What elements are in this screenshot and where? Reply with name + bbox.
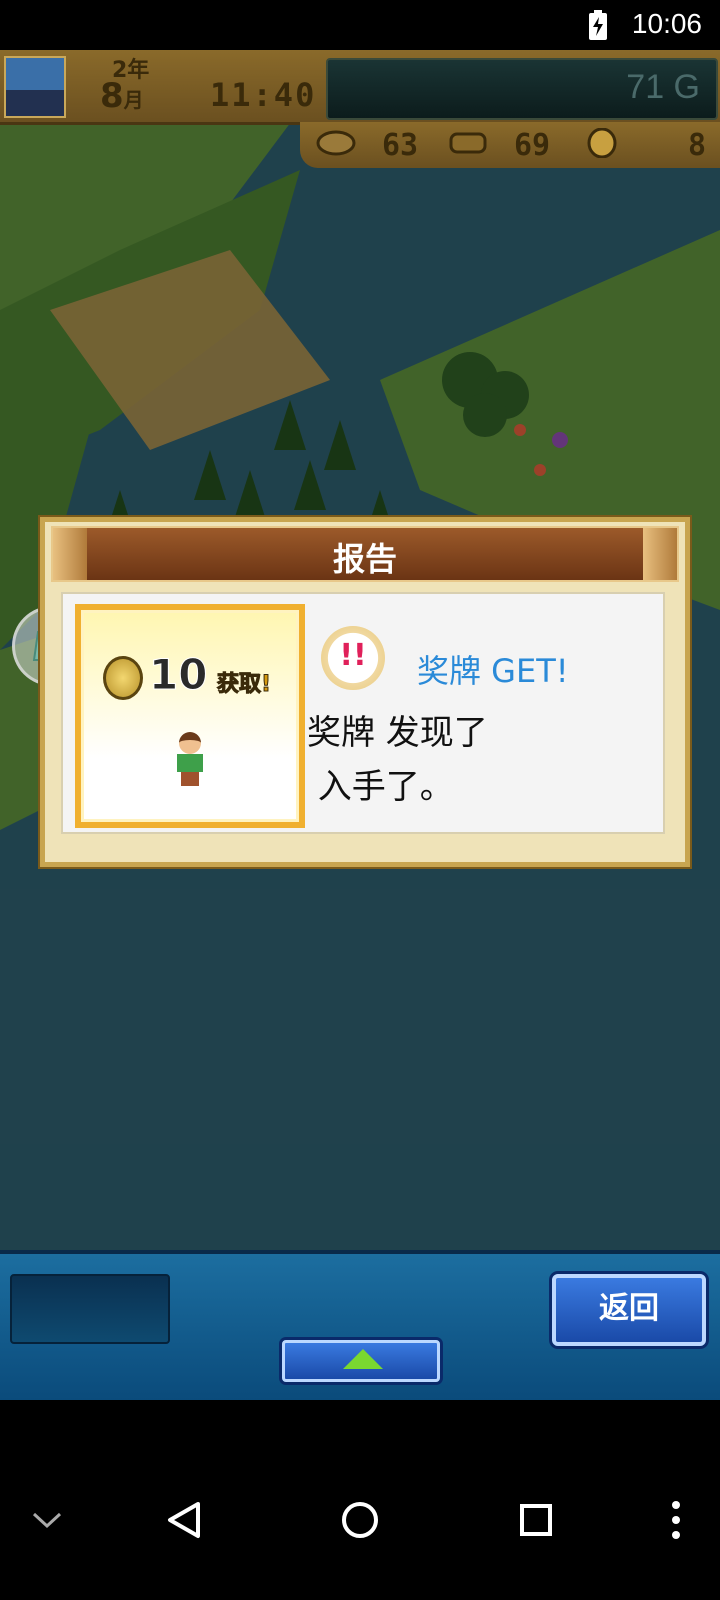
month-label: 8月 — [100, 76, 144, 116]
home-circle-icon[interactable] — [340, 1500, 380, 1540]
navigation-bar — [0, 1400, 720, 1600]
resource-food: 63 — [316, 128, 436, 163]
back-button[interactable]: 返回 — [552, 1274, 706, 1346]
character-sprite — [173, 732, 207, 786]
medal-coin-icon — [587, 128, 617, 158]
food-icon — [316, 130, 356, 156]
status-time: 10:06 — [631, 8, 702, 39]
award-title: 奖牌 GET! — [417, 652, 569, 690]
info-panel — [10, 1274, 170, 1344]
weather-thumbnail[interactable] — [4, 56, 66, 118]
more-vert-icon[interactable] — [670, 1500, 682, 1540]
expand-menu-button[interactable] — [282, 1340, 440, 1382]
dialog-header: 报告 — [51, 526, 679, 582]
arrow-up-icon — [343, 1349, 383, 1369]
bottom-panel: 返回 — [0, 1250, 720, 1400]
message-line: 奖牌 发现了 — [307, 713, 488, 753]
resource-bar: 63 69 8 — [300, 122, 720, 168]
resource-medal: 8 — [584, 128, 714, 163]
back-triangle-icon[interactable] — [164, 1500, 204, 1540]
medal-badge-icon: !! — [321, 626, 385, 690]
medal-coin-icon — [103, 656, 143, 700]
money-value: 71 G — [626, 68, 700, 106]
reward-card: 10 获取! — [75, 604, 305, 828]
money-display: 71 G — [326, 58, 718, 120]
dialog-message: 奖牌 发现了 入手了。 — [307, 706, 647, 814]
resource-wood: 69 — [448, 128, 568, 163]
battery-charging-icon — [589, 10, 607, 40]
wood-icon — [449, 132, 487, 154]
game-screen[interactable]: 2年 8月 11:40 71 G 63 69 8 报告 10 获取! !! 奖牌… — [0, 50, 720, 1400]
top-hud: 2年 8月 11:40 71 G — [0, 50, 720, 125]
reward-label: 获取! — [216, 672, 272, 698]
recents-square-icon[interactable] — [518, 1502, 554, 1538]
message-line: 入手了。 — [307, 767, 454, 807]
dialog-title: 报告 — [332, 540, 397, 578]
dialog-body: 10 获取! !! 奖牌 GET! 奖牌 发现了 入手了。 — [61, 592, 665, 834]
game-clock: 11:40 — [210, 76, 317, 114]
status-bar: 10:06 — [0, 0, 720, 50]
report-dialog[interactable]: 报告 10 获取! !! 奖牌 GET! 奖牌 发现了 入手了。 — [40, 517, 690, 867]
chevron-down-icon[interactable] — [30, 1508, 64, 1532]
reward-amount: 10 — [148, 650, 208, 700]
